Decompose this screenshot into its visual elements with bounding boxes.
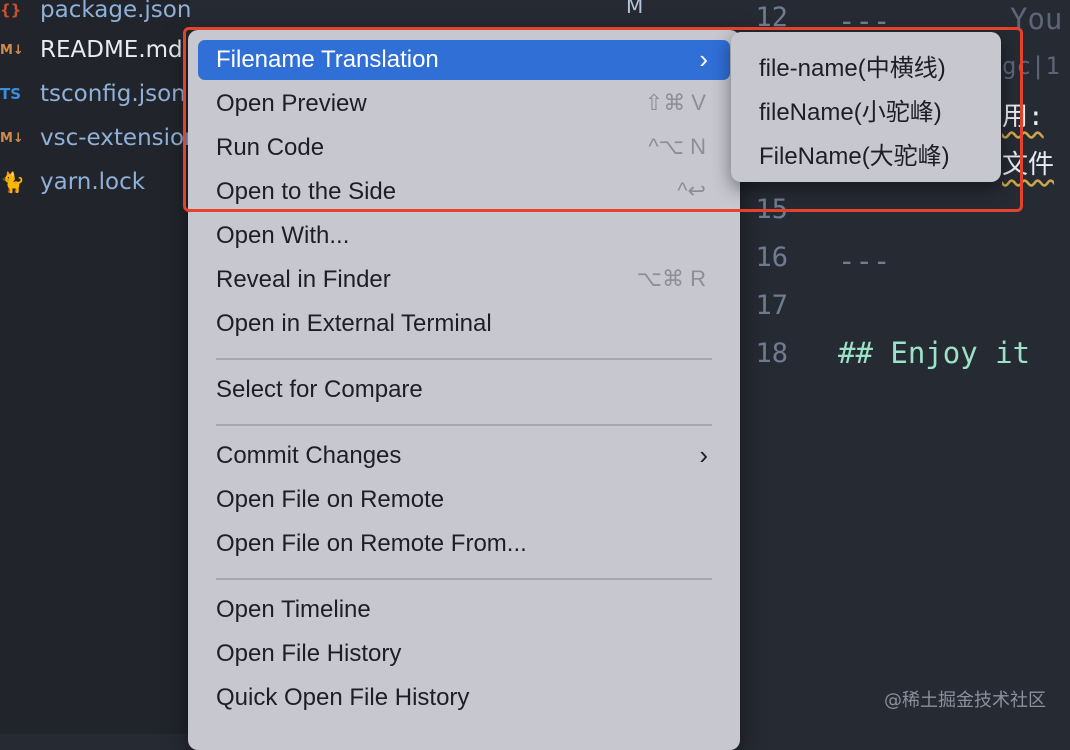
menu-item-reveal-in-finder[interactable]: Reveal in Finder ⌥⌘ R — [198, 260, 730, 300]
watermark: @稀土掘金技术社区 — [884, 690, 1046, 711]
chevron-right-icon: › — [699, 44, 708, 74]
menu-item-quick-open-file-history[interactable]: Quick Open File History — [198, 678, 730, 718]
file-name: tsconfig.json — [40, 81, 186, 107]
file-item-vsc-extension[interactable]: M↓ vsc-extension — [0, 116, 199, 160]
menu-item-label: Open Timeline — [216, 596, 371, 623]
filename-translation-submenu: file-name(中横线) fileName(小驼峰) FileName(大驼… — [731, 32, 1001, 182]
line-number: 15 — [755, 194, 788, 225]
submenu-item-pascal-case[interactable]: FileName(大驼峰) — [759, 136, 950, 171]
menu-item-label: Commit Changes — [216, 442, 402, 469]
menu-item-open-preview[interactable]: Open Preview ⇧⌘ V — [198, 84, 730, 124]
yarn-cat-icon: 🐈 — [0, 170, 25, 194]
context-menu: Filename Translation › Open Preview ⇧⌘ V… — [188, 30, 740, 750]
code-text: You — [1010, 2, 1063, 36]
menu-item-label: Open Preview — [216, 90, 367, 117]
code-text: 文件 — [1002, 150, 1055, 180]
menu-item-open-file-history[interactable]: Open File History — [198, 634, 730, 674]
line-number: 16 — [755, 242, 788, 273]
explorer-sidebar: {} package.json M↓ README.md TS tsconfig… — [0, 0, 199, 734]
menu-item-label: Run Code — [216, 134, 325, 161]
code-text: 用: — [1002, 102, 1044, 132]
menu-item-label: Open File on Remote — [216, 486, 445, 513]
line-number: 18 — [755, 338, 788, 369]
typescript-config-icon: TS — [0, 85, 22, 103]
markdown-icon: M↓ — [0, 130, 24, 146]
code-hr: --- — [838, 244, 891, 278]
shortcut-label: ⇧⌘ V — [644, 90, 706, 115]
menu-item-label: Quick Open File History — [216, 684, 470, 711]
menu-item-open-timeline[interactable]: Open Timeline — [198, 590, 730, 630]
file-name: package.json — [40, 0, 192, 23]
submenu-item-kebab-case[interactable]: file-name(中横线) — [759, 48, 946, 83]
menu-separator — [216, 578, 712, 580]
menu-item-label: Open in External Terminal — [216, 310, 492, 337]
shortcut-label: ^↩ — [677, 178, 706, 203]
file-name: yarn.lock — [40, 169, 146, 195]
menu-item-select-for-compare[interactable]: Select for Compare — [198, 370, 730, 410]
menu-separator — [216, 358, 712, 360]
menu-item-open-file-on-remote-from[interactable]: Open File on Remote From... — [198, 524, 730, 564]
shortcut-label: ^⌥ N — [648, 134, 706, 159]
submenu-item-camel-case[interactable]: fileName(小驼峰) — [759, 92, 942, 127]
menu-item-open-to-side[interactable]: Open to the Side ^↩ — [198, 172, 730, 212]
menu-item-filename-translation[interactable]: Filename Translation › — [198, 40, 730, 80]
menu-item-open-file-on-remote[interactable]: Open File on Remote — [198, 480, 730, 520]
code-text: gc|1 — [1002, 52, 1060, 80]
menu-item-label: Open to the Side — [216, 178, 397, 205]
menu-item-label: Filename Translation — [216, 46, 439, 73]
json-icon: {} — [0, 1, 22, 19]
line-number: 12 — [755, 2, 788, 33]
menu-item-label: Open File History — [216, 640, 402, 667]
menu-item-run-code[interactable]: Run Code ^⌥ N — [198, 128, 730, 168]
menu-item-label: Select for Compare — [216, 376, 423, 403]
file-item-readme[interactable]: M↓ README.md — [0, 28, 190, 72]
line-number: 17 — [755, 290, 788, 321]
shortcut-label: ⌥⌘ R — [636, 266, 706, 291]
file-item-yarn-lock[interactable]: 🐈 yarn.lock — [0, 160, 190, 204]
file-item-tsconfig[interactable]: TS tsconfig.json — [0, 72, 190, 116]
file-name: README.md — [40, 37, 183, 63]
menu-item-open-with[interactable]: Open With... — [198, 216, 730, 256]
file-name: vsc-extension — [40, 125, 199, 151]
menu-separator — [216, 424, 712, 426]
chevron-right-icon: › — [699, 440, 708, 470]
menu-item-label: Reveal in Finder — [216, 266, 391, 293]
git-modified-badge: M — [626, 0, 644, 18]
menu-item-label: Open File on Remote From... — [216, 530, 527, 557]
menu-item-label: Open With... — [216, 222, 350, 249]
menu-item-commit-changes[interactable]: Commit Changes › — [198, 436, 730, 476]
code-heading: ## Enjoy it — [838, 336, 1031, 370]
markdown-icon: M↓ — [0, 42, 24, 58]
menu-item-open-external-terminal[interactable]: Open in External Terminal — [198, 304, 730, 344]
